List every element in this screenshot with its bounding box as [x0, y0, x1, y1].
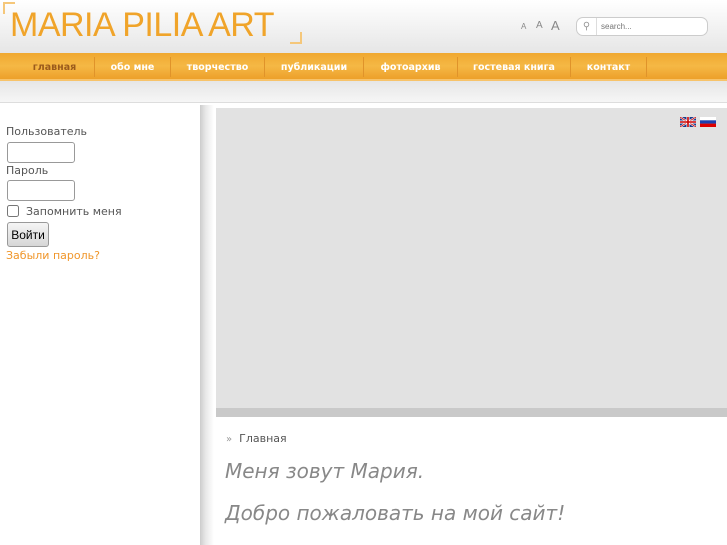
remember-label: Запомнить меня: [26, 205, 122, 218]
font-size-medium[interactable]: A: [536, 20, 543, 31]
nav-contact[interactable]: контакт: [571, 57, 647, 77]
login-form: Пользователь Пароль Запомнить меня Войти…: [0, 105, 200, 545]
nav-works[interactable]: творчество: [171, 57, 265, 77]
breadcrumb: » Главная: [226, 432, 287, 445]
header: MARIA PILIA ART A A A ⚲: [0, 0, 727, 53]
nav-publications[interactable]: публикации: [265, 57, 364, 77]
english-flag-icon[interactable]: [680, 117, 696, 127]
search-icon[interactable]: ⚲: [577, 18, 597, 35]
welcome-heading: Добро пожаловать на мой сайт!: [225, 501, 566, 525]
breadcrumb-home: Главная: [239, 432, 287, 445]
username-input[interactable]: [7, 142, 75, 163]
search-box: ⚲: [576, 17, 708, 36]
banner-border: [216, 408, 727, 417]
search-input[interactable]: [597, 22, 702, 31]
column-divider: [200, 105, 214, 545]
nav-guestbook[interactable]: гостевая книга: [458, 57, 571, 77]
font-size-small[interactable]: A: [521, 22, 526, 31]
breadcrumb-separator: »: [226, 434, 233, 445]
sub-bar: [0, 81, 727, 103]
nav-photo-archive[interactable]: фотоархив: [364, 57, 458, 77]
username-label: Пользователь: [6, 125, 88, 138]
password-input[interactable]: [7, 180, 75, 201]
forgot-password-link[interactable]: Забыли пароль?: [6, 249, 100, 262]
logo-decoration: [290, 32, 302, 44]
font-size-large[interactable]: A: [551, 18, 560, 33]
russian-flag-icon[interactable]: [700, 117, 716, 127]
login-button[interactable]: Войти: [7, 222, 49, 247]
remember-checkbox[interactable]: [7, 205, 19, 217]
nav-home[interactable]: главная: [15, 57, 95, 77]
main-nav: главная обо мне творчество публикации фо…: [0, 53, 727, 81]
intro-heading: Меня зовут Мария.: [225, 459, 425, 483]
site-logo[interactable]: MARIA PILIA ART: [10, 6, 275, 45]
nav-about[interactable]: обо мне: [95, 57, 171, 77]
banner-image: [216, 108, 727, 408]
password-label: Пароль: [6, 164, 49, 177]
